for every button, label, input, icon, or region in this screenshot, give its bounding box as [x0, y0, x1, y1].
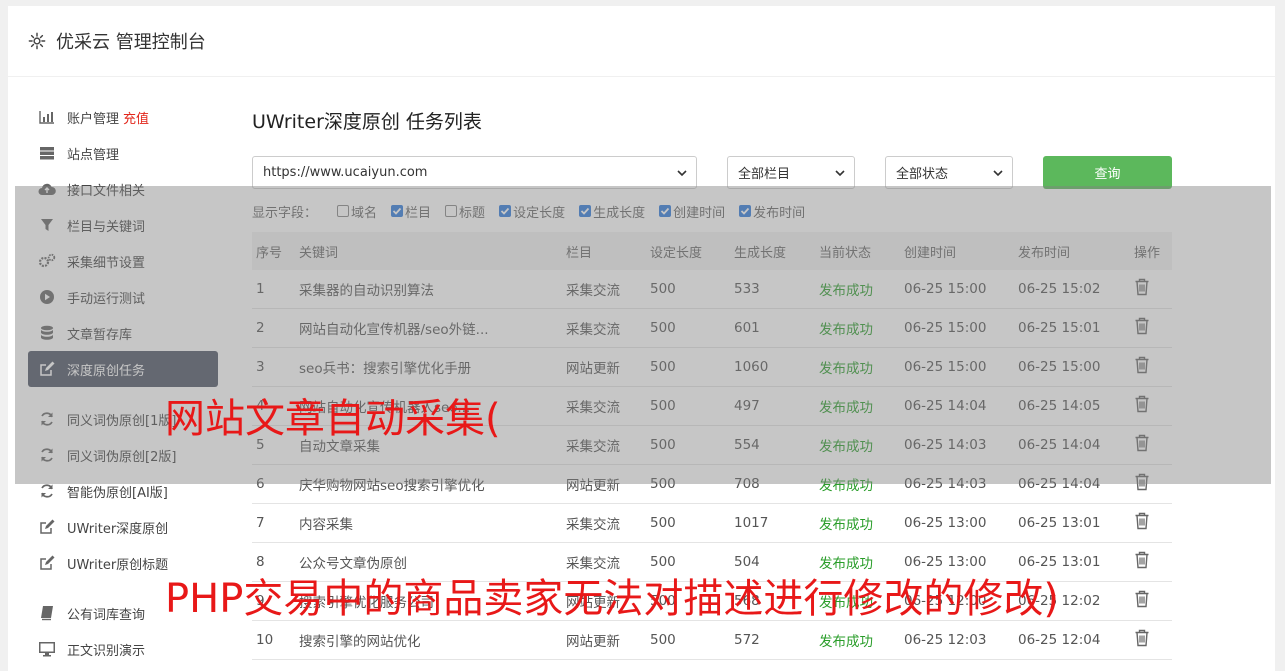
server-icon [38, 144, 56, 162]
watermark-line-2: PHP交易中的商品卖家无法对描述进行修改的修改) [165, 576, 1059, 622]
trash-icon [1135, 512, 1149, 530]
gear-icon [28, 32, 46, 50]
table-cell: 发布成功 [819, 517, 873, 533]
sidebar-item-label: 公有词库查询 [67, 607, 146, 623]
table-row: 10 搜索引擎的网站优化 网站更新 500 572 发布成功 06-25 12:03 06-2… [252, 621, 1172, 660]
table-cell: 7 [256, 515, 265, 531]
table-cell: 06-25 12:04 [1018, 632, 1101, 648]
sidebar-item-label: 账户管理 [67, 111, 120, 127]
table-cell: 06-25 12:03 [904, 632, 987, 648]
sidebar-item-label: UWriter深度原创 [67, 521, 169, 537]
sidebar-item-label: 智能伪原创[AI版] [67, 485, 168, 501]
edit-icon [38, 518, 56, 536]
monitor-icon [38, 640, 56, 658]
chevron-down-icon [677, 170, 687, 177]
table-cell: 发布成功 [819, 634, 873, 650]
page-title: UWriter深度原创 任务列表 [252, 111, 482, 133]
site-select[interactable]: https://www.ucaiyun.com [252, 156, 697, 189]
trash-icon [1135, 629, 1149, 647]
refresh-icon [38, 482, 56, 500]
trash-icon [1135, 590, 1149, 608]
site-select-value: https://www.ucaiyun.com [263, 165, 428, 180]
sidebar-item-label: 正文识别演示 [67, 643, 146, 659]
column-select[interactable]: 全部栏目 [727, 156, 855, 189]
table-cell: 1017 [734, 515, 769, 531]
sidebar-item-14[interactable]: 正文识别演示 [28, 631, 218, 667]
app-title: 优采云 管理控制台 [56, 32, 206, 53]
chevron-down-icon [993, 170, 1003, 177]
table-row: 7 内容采集 采集交流 500 1017 发布成功 06-25 13:00 06-25 13:… [252, 504, 1172, 543]
recharge-link[interactable]: 充值 [123, 108, 149, 127]
table-cell: 06-25 13:01 [1018, 515, 1101, 531]
sidebar-item-1[interactable]: 站点管理 [28, 135, 218, 171]
trash-icon [1135, 551, 1149, 569]
table-cell: 网站更新 [566, 634, 620, 650]
table-cell: 内容采集 [299, 517, 353, 533]
query-button[interactable]: 查询 [1043, 156, 1172, 189]
bar-chart-icon [38, 108, 56, 126]
table-cell: 500 [650, 515, 676, 531]
delete-button[interactable] [1134, 590, 1172, 612]
table-cell: 采集交流 [566, 517, 620, 533]
delete-button[interactable] [1134, 551, 1172, 573]
top-header: 优采云 管理控制台 [8, 6, 1275, 76]
sidebar-item-label: 站点管理 [67, 147, 120, 163]
table-cell: 10 [256, 632, 274, 648]
chevron-down-icon [835, 170, 845, 177]
status-select-value: 全部状态 [896, 167, 949, 182]
column-select-value: 全部栏目 [738, 167, 791, 182]
table-cell: 06-25 13:00 [904, 515, 987, 531]
delete-button[interactable] [1134, 512, 1172, 534]
table-cell: 572 [734, 632, 760, 648]
edit-icon [38, 554, 56, 572]
table-cell: 搜索引擎的网站优化 [299, 634, 421, 650]
watermark-line-1: 网站文章自动采集( [165, 396, 501, 442]
filter-bar: https://www.ucaiyun.com 全部栏目 全部状态 查询 [252, 156, 1182, 190]
sidebar-item-label: UWriter原创标题 [67, 557, 169, 573]
status-select[interactable]: 全部状态 [885, 156, 1013, 189]
delete-button[interactable] [1134, 629, 1172, 651]
sidebar-item-11[interactable]: UWriter深度原创 [28, 509, 218, 545]
sidebar-item-0[interactable]: 账户管理 充值 [28, 99, 218, 135]
book-icon [38, 604, 56, 622]
table-cell: 500 [650, 632, 676, 648]
